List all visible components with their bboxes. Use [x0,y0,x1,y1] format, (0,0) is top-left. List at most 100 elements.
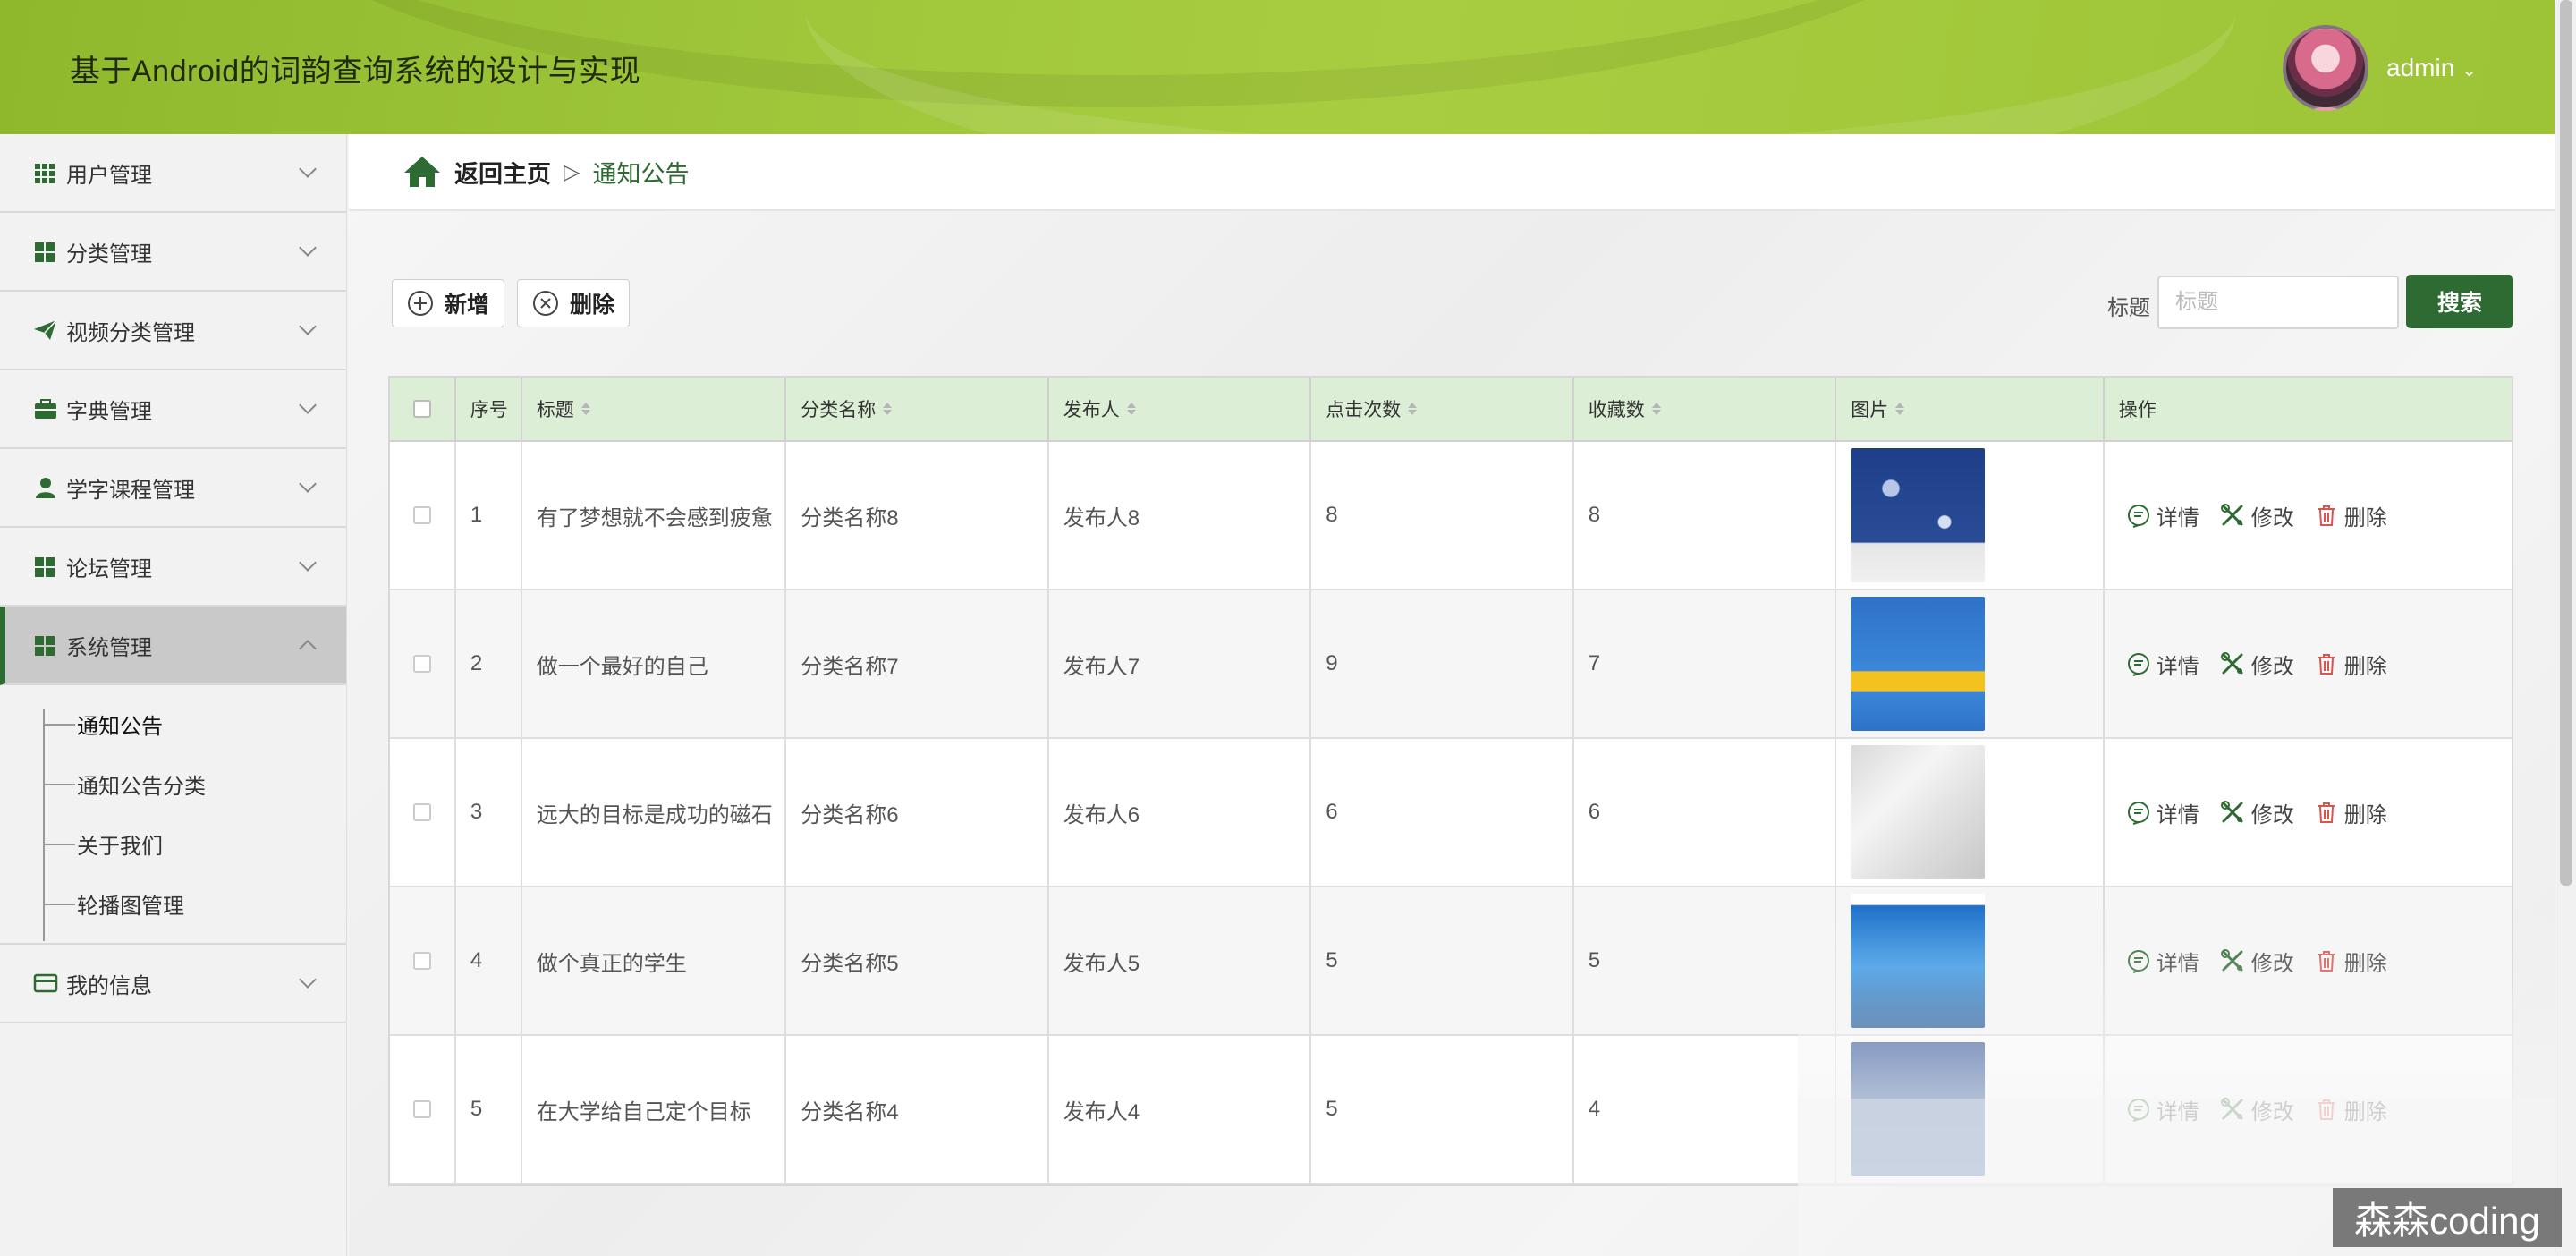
sort-icon[interactable] [1126,403,1136,415]
trash-icon [2318,654,2334,675]
sidebar-item-forum-management[interactable]: 论坛管理 [0,528,346,607]
delete-row-button[interactable]: 删除 [2314,500,2387,531]
cell-category: 分类名称4 [786,1036,1049,1183]
chevron-up-icon [299,640,317,658]
sidebar-item-video-category-management[interactable]: 视频分类管理 [0,292,346,370]
grid-icon [35,242,55,262]
row-select-cell [390,887,456,1034]
wrench-icon [2220,504,2243,526]
column-header-publisher[interactable]: 发布人 [1049,378,1312,440]
edit-button[interactable]: 修改 [2219,649,2294,680]
add-button[interactable]: 新增 [392,279,505,327]
table-row: 3 远大的目标是成功的磁石 分类名称6 发布人6 6 6 详情 修改 删除 [390,739,2512,887]
chevron-down-icon [299,318,317,335]
cell-title: 有了梦想就不会感到疲惫 [522,442,787,589]
submenu-item-carousel-management[interactable]: 轮播图管理 [0,874,346,934]
grid-icon [35,557,55,577]
detail-icon [2127,505,2149,528]
column-header-clicks[interactable]: 点击次数 [1311,378,1574,440]
blur-overlay [1798,904,2555,1099]
sort-icon[interactable] [883,403,893,415]
sort-icon[interactable] [1408,403,1418,415]
sidebar-item-label: 我的信息 [66,973,152,998]
sidebar-item-user-management[interactable]: 用户管理 [0,134,346,213]
cell-actions: 详情修改删除 [2105,739,2512,886]
home-icon[interactable] [402,154,442,190]
cell-category: 分类名称7 [786,590,1049,737]
sidebar-item-my-info[interactable]: 我的信息 [0,945,346,1023]
book-cover-image [1851,597,1986,731]
wrench-icon [2220,801,2243,823]
user-menu[interactable]: admin ⌄ [2386,54,2477,82]
cell-clicks: 6 [1311,739,1574,886]
cell-favorites: 6 [1574,739,1837,886]
row-checkbox[interactable] [412,506,431,524]
grid-icon [35,164,55,183]
sort-icon[interactable] [1895,403,1905,415]
sort-icon[interactable] [580,403,590,415]
sidebar-item-category-management[interactable]: 分类管理 [0,213,346,292]
sort-icon[interactable] [1651,403,1661,415]
sidebar-item-label: 用户管理 [66,163,152,188]
edit-button[interactable]: 修改 [2219,500,2294,531]
submenu-item-about-us[interactable]: 关于我们 [0,814,346,874]
chevron-down-icon [299,475,317,493]
breadcrumb-home-link[interactable]: 返回主页 [454,155,551,190]
column-header-category[interactable]: 分类名称 [786,378,1049,440]
delete-button-label: 删除 [570,293,615,318]
column-header-image[interactable]: 图片 [1836,378,2105,440]
column-header-favorites[interactable]: 收藏数 [1574,378,1837,440]
detail-button[interactable]: 详情 [2126,649,2199,680]
vertical-scrollbar[interactable] [2555,0,2576,1256]
cell-title: 做个真正的学生 [522,887,787,1034]
close-circle-icon [533,291,558,316]
cell-image [1836,442,2105,589]
cell-title: 远大的目标是成功的磁石 [522,739,787,886]
cell-image [1836,739,2105,886]
chevron-down-icon [299,554,317,572]
submenu-item-notice[interactable]: 通知公告 [0,694,346,754]
detail-button[interactable]: 详情 [2126,500,2199,531]
avatar[interactable] [2283,25,2368,111]
sidebar-item-label: 视频分类管理 [66,320,195,345]
scrollbar-thumb[interactable] [2560,0,2572,886]
sidebar-item-system-management[interactable]: 系统管理 [0,607,346,685]
cell-publisher: 发布人4 [1049,1036,1312,1183]
row-select-cell [390,590,456,737]
chevron-down-icon [299,971,317,989]
cell-title: 做一个最好的自己 [522,590,787,737]
trash-icon [2318,505,2334,526]
briefcase-icon [35,399,56,419]
book-cover-image [1851,448,1986,582]
row-checkbox[interactable] [412,655,431,673]
sidebar-item-dictionary-management[interactable]: 字典管理 [0,370,346,449]
cell-clicks: 5 [1311,887,1574,1034]
select-all-checkbox[interactable] [412,400,431,418]
delete-button[interactable]: 删除 [517,279,631,327]
edit-button[interactable]: 修改 [2219,797,2294,828]
column-header-title[interactable]: 标题 [522,378,787,440]
search-input[interactable] [2157,276,2399,329]
column-header-no: 序号 [456,378,522,440]
cell-no: 2 [456,590,522,737]
table-header: 序号 标题 分类名称 发布人 点击次数 收藏数 图片 操作 [390,378,2512,442]
delete-row-button[interactable]: 删除 [2314,797,2387,828]
row-checkbox[interactable] [412,952,431,970]
chevron-down-icon: ⌄ [2462,61,2478,81]
detail-button[interactable]: 详情 [2126,797,2199,828]
select-all-cell [390,378,456,440]
submenu-item-notice-category[interactable]: 通知公告分类 [0,754,346,814]
sidebar-item-label: 学字课程管理 [66,478,195,503]
search-label: 标题 [2107,296,2150,320]
breadcrumb: 返回主页 ▷ 通知公告 [349,134,2555,211]
row-checkbox[interactable] [412,1100,431,1118]
cell-no: 1 [456,442,522,589]
search-button[interactable]: 搜索 [2406,275,2513,328]
row-checkbox[interactable] [412,803,431,821]
breadcrumb-current: 通知公告 [592,160,690,188]
row-select-cell [390,1036,456,1183]
detail-icon [2127,802,2149,825]
delete-row-button[interactable]: 删除 [2314,649,2387,680]
sidebar-item-course-management[interactable]: 学字课程管理 [0,449,346,528]
app-title: 基于Android的词韵查询系统的设计与实现 [70,55,641,89]
